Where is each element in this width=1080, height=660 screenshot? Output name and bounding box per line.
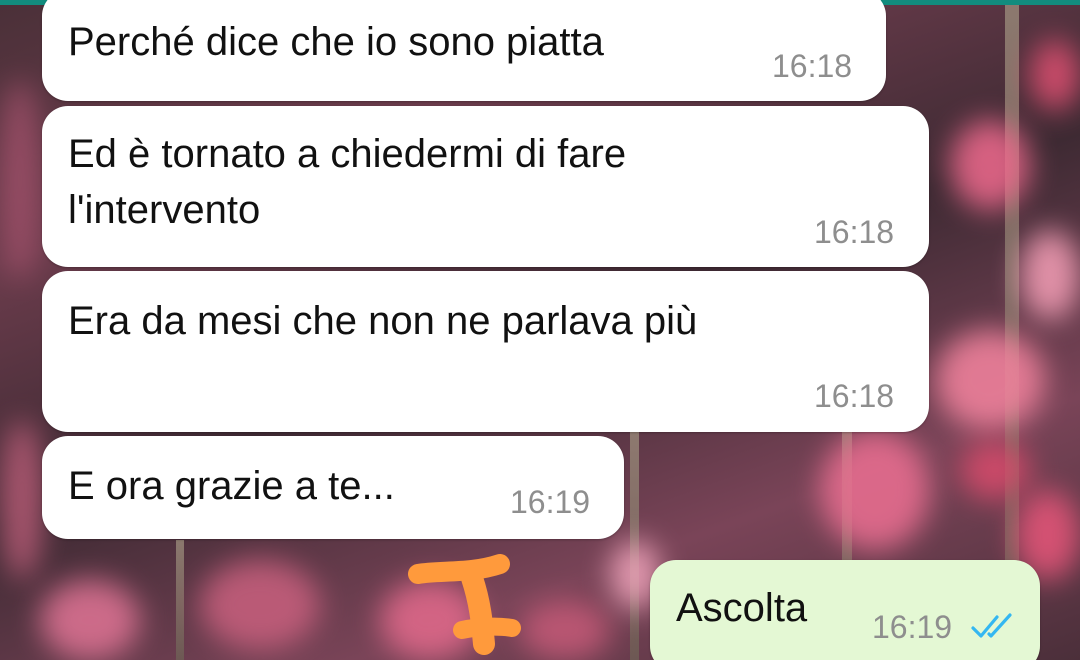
message-timestamp: 16:18 (814, 214, 895, 250)
message-text: Ascolta (676, 586, 808, 630)
redaction-scribble (408, 554, 521, 655)
message-timestamp: 16:19 (872, 609, 953, 645)
outgoing-message-bubble[interactable]: Ascolta 16:19 (650, 560, 1040, 660)
message-timestamp: 16:18 (814, 378, 895, 414)
incoming-message-bubble[interactable]: Perché dice che io sono piatta 16:18 (42, 0, 886, 101)
incoming-message-bubble[interactable]: Ed è tornato a chiedermi di fare l'inter… (42, 106, 929, 267)
incoming-message-bubble[interactable]: E ora grazie a te... 16:19 (42, 436, 624, 539)
message-text: Era da mesi che non ne parlava più (68, 299, 698, 343)
incoming-message-bubble[interactable]: Era da mesi che non ne parlava più 16:18 (42, 271, 929, 432)
double-check-icon (971, 613, 1012, 638)
message-timestamp: 16:18 (772, 48, 853, 84)
message-timestamp: 16:19 (510, 484, 591, 520)
message-text: Ed è tornato a chiedermi di fare l'inter… (68, 132, 627, 232)
message-text: Perché dice che io sono piatta (68, 20, 604, 64)
message-text: E ora grazie a te... (68, 464, 395, 508)
